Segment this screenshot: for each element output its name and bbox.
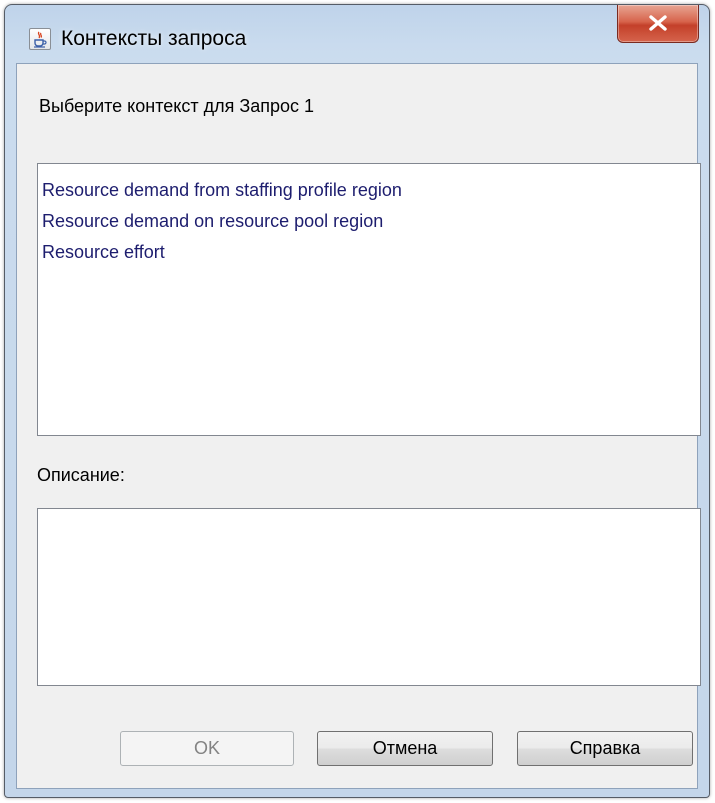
close-x-icon [649,15,667,31]
dialog-window: Контексты запроса Выберите контекст для … [4,4,710,798]
dialog-body: Выберите контекст для Запрос 1 Resource … [16,63,701,789]
title-bar[interactable]: Контексты запроса [5,5,709,63]
context-list-item[interactable]: Resource effort [38,237,700,268]
close-button[interactable] [617,5,699,43]
ok-button[interactable]: OK [120,731,294,766]
context-list-item[interactable]: Resource demand on resource pool region [38,206,700,237]
context-list[interactable]: Resource demand from staffing profile re… [37,163,701,436]
cancel-button[interactable]: Отмена [317,731,493,766]
window-title: Контексты запроса [61,27,247,50]
context-prompt-label: Выберите контекст для Запрос 1 [39,96,315,116]
java-cup-icon[interactable] [29,28,51,50]
help-button[interactable]: Справка [517,731,693,766]
context-list-item[interactable]: Resource demand from staffing profile re… [38,175,700,206]
description-field[interactable] [37,508,701,686]
description-label: Описание: [37,465,125,485]
